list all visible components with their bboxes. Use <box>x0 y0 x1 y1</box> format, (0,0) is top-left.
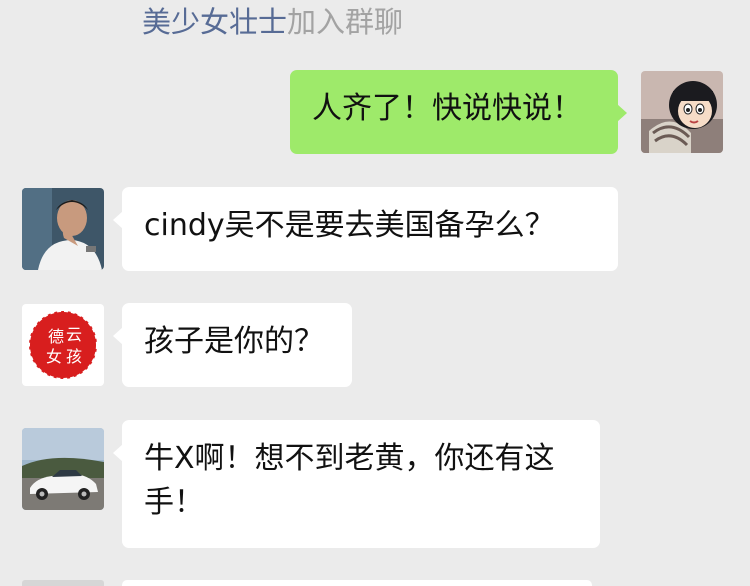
system-join-notice: 美少女壮士加入群聊 <box>142 2 403 42</box>
svg-text:女: 女 <box>46 347 62 366</box>
system-join-text: 加入群聊 <box>287 5 404 39</box>
message-bubble-received[interactable]: cindy吴不是要去美国备孕么？ <box>113 187 618 271</box>
man-portrait-avatar-icon[interactable] <box>22 188 104 270</box>
svg-text:孩: 孩 <box>66 347 82 366</box>
message-bubble-received[interactable]: 牛X啊！想不到老黄，你还有这手！ <box>113 420 600 548</box>
message-text: 牛X啊！想不到老黄，你还有这手！ <box>144 441 555 520</box>
system-member-name[interactable]: 美少女壮士 <box>142 5 287 39</box>
message-bubble-sent[interactable]: 人齐了！快说快说！ <box>290 70 627 154</box>
chat-window: 美少女壮士加入群聊 人齐了！快说快说！ cindy吴不是要去美国备孕么？ 德 云… <box>0 0 750 586</box>
next-avatar-partial <box>22 580 104 586</box>
deyun-nvhai-seal-avatar-icon[interactable]: 德 云 女 孩 <box>22 304 104 386</box>
svg-text:云: 云 <box>66 325 82 344</box>
cartoon-girl-avatar-icon[interactable] <box>641 71 723 153</box>
message-text: cindy吴不是要去美国备孕么？ <box>144 208 555 243</box>
seal-text: 德 <box>48 327 64 346</box>
message-bubble-received[interactable]: 孩子是你的？ <box>113 303 352 387</box>
message-text: 人齐了！快说快说！ <box>312 91 582 126</box>
message-text: 孩子是你的？ <box>144 324 324 359</box>
white-sports-car-avatar-icon[interactable] <box>22 428 104 510</box>
next-bubble-partial <box>122 580 592 586</box>
